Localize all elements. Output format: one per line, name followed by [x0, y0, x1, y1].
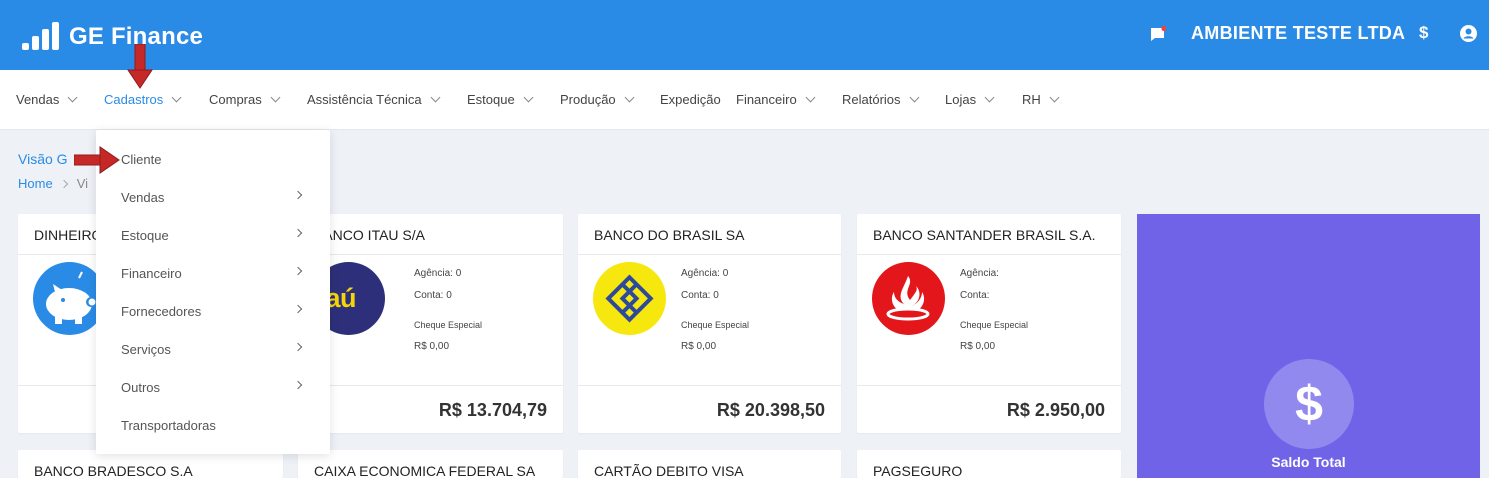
conta-label: Conta: [960, 290, 990, 301]
menu-vendas[interactable]: Vendas [16, 92, 78, 107]
breadcrumb-current: Vi [76, 176, 89, 191]
menu-financeiro[interactable]: Financeiro [736, 92, 816, 107]
card-title: PAGSEGURO [873, 463, 963, 478]
menu-estoque[interactable]: Estoque [467, 92, 534, 107]
card-title: BANCO ITAU S/A [298, 214, 563, 255]
card-title: BANCO BRADESCO S.A [34, 463, 193, 478]
card-balance: R$ 13.704,79 [438, 400, 547, 420]
saldo-total-label: Saldo Total [1271, 454, 1346, 470]
dropdown-item-cliente[interactable]: Cliente [121, 152, 161, 167]
chevron-down-icon [624, 92, 635, 103]
card-footer: R$ 13.704,79 [298, 385, 563, 433]
logo-bars-icon [22, 22, 59, 50]
user-icon[interactable] [1460, 25, 1477, 42]
breadcrumb: Home Vi [18, 176, 88, 191]
card-balance: R$ 2.950,00 [1006, 400, 1105, 420]
dropdown-item-fornecedores[interactable]: Fornecedores [121, 304, 201, 319]
menu-compras[interactable]: Compras [209, 92, 281, 107]
menu-producao[interactable]: Produção [560, 92, 635, 107]
agencia-label: Agência: 0 [681, 268, 729, 279]
arrow-down-icon [127, 44, 153, 89]
cheque-especial-value: R$ 0,00 [681, 341, 717, 352]
main-menu: Vendas Cadastros Compras Assistência Téc… [0, 70, 1489, 130]
card-footer: R$ 20.398,50 [578, 385, 841, 433]
card-title: CAIXA ECONOMICA FEDERAL SA [314, 463, 536, 478]
cheque-especial-label: Cheque Especial [414, 320, 483, 330]
conta-label: Conta: 0 [681, 290, 719, 301]
chat-notification-icon[interactable] [1150, 26, 1166, 42]
menu-rh[interactable]: RH [1022, 92, 1060, 107]
card-footer: R$ 2.950,00 [857, 385, 1121, 433]
chevron-down-icon [171, 92, 182, 103]
page-title: Visão G [18, 151, 68, 167]
chevron-down-icon [1049, 92, 1060, 103]
company-name[interactable]: AMBIENTE TESTE LTDA [1191, 23, 1405, 44]
conta-label: Conta: 0 [414, 290, 452, 301]
dropdown-item-estoque[interactable]: Estoque [121, 228, 169, 243]
chevron-right-icon [293, 228, 303, 238]
saldo-total-panel[interactable]: $ Saldo Total [1137, 214, 1480, 478]
chevron-down-icon [270, 92, 281, 103]
chevron-right-icon [293, 266, 303, 276]
cheque-especial-value: R$ 0,00 [414, 341, 450, 352]
top-header: GE Finance AMBIENTE TESTE LTDA $ [0, 0, 1489, 70]
cheque-especial-label: Cheque Especial [960, 320, 1029, 330]
app-logo[interactable]: GE Finance [22, 22, 203, 50]
chevron-right-icon [293, 190, 303, 200]
chevron-right-icon [293, 304, 303, 314]
dropdown-item-servicos[interactable]: Serviços [121, 342, 171, 357]
dropdown-item-transportadoras[interactable]: Transportadoras [121, 418, 216, 433]
dollar-icon[interactable]: $ [1419, 23, 1428, 43]
menu-cadastros[interactable]: Cadastros [104, 92, 182, 107]
chevron-down-icon [67, 92, 78, 103]
cheque-especial-value: R$ 0,00 [960, 341, 996, 352]
account-card-santander[interactable]: BANCO SANTANDER BRASIL S.A. Agência: Con… [857, 214, 1121, 433]
account-card-banco-do-brasil[interactable]: BANCO DO BRASIL SA Agência: 0 Conta: 0 C… [578, 214, 841, 433]
card-title: BANCO SANTANDER BRASIL S.A. [857, 214, 1121, 255]
chevron-right-icon [293, 342, 303, 352]
menu-lojas[interactable]: Lojas [945, 92, 995, 107]
account-card-pagseguro[interactable]: PAGSEGURO [857, 450, 1121, 478]
cadastros-dropdown: Cliente Vendas Estoque Financeiro Fornec… [96, 130, 330, 454]
account-card-bradesco[interactable]: BANCO BRADESCO S.A [18, 450, 283, 478]
dropdown-item-outros[interactable]: Outros [121, 380, 160, 395]
chevron-down-icon [523, 92, 534, 103]
account-card-caixa[interactable]: CAIXA ECONOMICA FEDERAL SA [298, 450, 563, 478]
chevron-right-icon [293, 380, 303, 390]
menu-relatorios[interactable]: Relatórios [842, 92, 919, 107]
chevron-down-icon [984, 92, 995, 103]
chevron-down-icon [430, 92, 441, 103]
arrow-right-icon [74, 146, 120, 174]
menu-assistencia-tecnica[interactable]: Assistência Técnica [307, 92, 441, 107]
chevron-right-icon [59, 179, 68, 188]
agencia-label: Agência: 0 [414, 268, 462, 279]
agencia-label: Agência: [960, 268, 999, 279]
card-balance: R$ 20.398,50 [716, 400, 825, 420]
cheque-especial-label: Cheque Especial [681, 320, 750, 330]
dropdown-item-financeiro[interactable]: Financeiro [121, 266, 182, 281]
breadcrumb-home[interactable]: Home [18, 176, 53, 191]
chevron-down-icon [909, 92, 919, 103]
card-title: CARTÃO DEBITO VISA [594, 463, 744, 478]
chevron-down-icon [805, 92, 816, 103]
account-card-itau[interactable]: BANCO ITAU S/A itaú Agência: 0 Conta: 0 … [298, 214, 563, 433]
menu-expedicao[interactable]: Expedição [660, 92, 721, 107]
dropdown-item-vendas[interactable]: Vendas [121, 190, 164, 205]
card-title: BANCO DO BRASIL SA [578, 214, 841, 255]
dollar-circle-icon: $ [1264, 359, 1354, 449]
banco-do-brasil-logo [593, 262, 666, 335]
santander-flame-logo [872, 262, 945, 335]
account-card-cartao-debito-visa[interactable]: CARTÃO DEBITO VISA [578, 450, 841, 478]
